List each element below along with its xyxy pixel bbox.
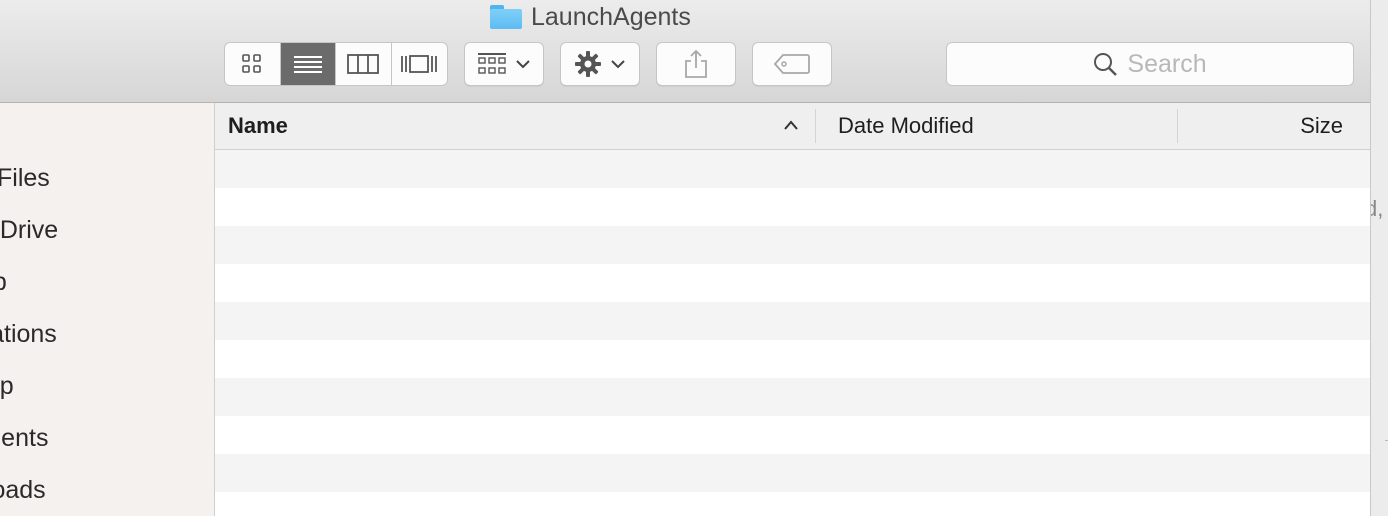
toolbar: LaunchAgents Search <box>0 0 1370 103</box>
empty-row <box>215 188 1370 226</box>
list-icon <box>293 56 322 73</box>
sidebar: All My Files iCloud Drive AirDrop Applic… <box>0 103 215 516</box>
sidebar-item-downloads[interactable]: Downloads <box>0 476 214 505</box>
empty-row <box>215 302 1370 340</box>
search-icon <box>1094 53 1118 76</box>
arrange-icon <box>478 53 506 74</box>
empty-row <box>215 340 1370 378</box>
empty-row <box>215 378 1370 416</box>
sidebar-item-documents[interactable]: Documents <box>0 424 214 453</box>
tag-button[interactable] <box>752 42 832 86</box>
sidebar-item-airdrop[interactable]: AirDrop <box>0 268 214 297</box>
sidebar-item-desktop[interactable]: Desktop <box>0 372 214 401</box>
list-header: Name Date Modified Size <box>215 103 1370 150</box>
cover-flow-view-button[interactable] <box>392 43 448 85</box>
folder-icon <box>490 5 522 29</box>
arrange-button[interactable] <box>464 42 544 86</box>
finder-window: LaunchAgents Search Files Drive tions p … <box>0 0 1370 516</box>
view-mode-segmented-control <box>224 42 448 86</box>
empty-row <box>215 226 1370 264</box>
file-list[interactable] <box>215 150 1370 516</box>
icon-view-button[interactable] <box>225 43 281 85</box>
empty-row <box>215 492 1370 516</box>
column-header-date-modified[interactable]: Date Modified <box>838 103 974 149</box>
column-view-button[interactable] <box>336 43 392 85</box>
cover-flow-icon <box>401 55 438 73</box>
window-title: LaunchAgents <box>490 2 691 31</box>
chevron-down-icon <box>611 60 625 69</box>
search-field[interactable]: Search <box>946 42 1354 86</box>
empty-row <box>215 264 1370 302</box>
columns-icon <box>347 54 380 74</box>
sidebar-item-applications[interactable]: Applications <box>0 320 214 349</box>
background-window-edge: d, <box>1370 0 1388 516</box>
column-header-name[interactable]: Name <box>228 103 288 149</box>
sidebar-item-all-my-files[interactable]: All My Files <box>0 164 214 193</box>
sidebar-item-icloud-drive[interactable]: iCloud Drive <box>0 216 214 245</box>
column-divider[interactable] <box>815 109 816 143</box>
window-title-text: LaunchAgents <box>531 2 691 31</box>
gear-icon <box>575 51 601 77</box>
chevron-down-icon <box>516 60 530 69</box>
empty-row <box>215 150 1370 188</box>
tag-icon <box>774 54 810 74</box>
grid-icon <box>242 54 262 73</box>
empty-row <box>215 454 1370 492</box>
column-header-size[interactable]: Size <box>1300 103 1343 149</box>
share-button[interactable] <box>656 42 736 86</box>
list-view-button[interactable] <box>280 43 336 85</box>
share-icon <box>685 49 707 78</box>
empty-row <box>215 416 1370 454</box>
action-button[interactable] <box>560 42 640 86</box>
sort-ascending-icon <box>784 120 798 130</box>
background-window-text-fragment: d, <box>1371 196 1384 221</box>
column-divider[interactable] <box>1177 109 1178 143</box>
search-placeholder: Search <box>1127 49 1207 78</box>
